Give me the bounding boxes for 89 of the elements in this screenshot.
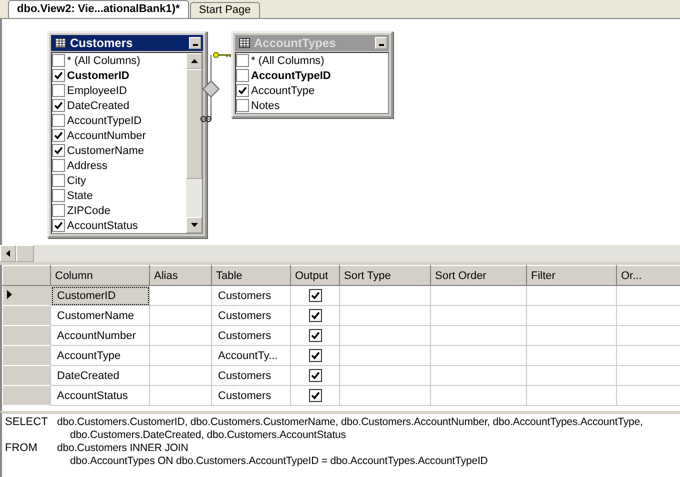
column-checkbox[interactable] [236,69,249,82]
column-header[interactable]: Column [50,266,150,286]
column-header[interactable]: Table [212,266,290,286]
horizontal-scrollbar[interactable] [0,245,680,265]
column-name: AccountNumber [67,130,146,142]
column-checkbox[interactable] [52,114,65,127]
table-icon [239,38,250,48]
table-cell[interactable]: DateCreated [50,366,150,386]
table-title: Customers [70,36,134,50]
column-checkbox[interactable] [236,54,249,67]
output-checkbox[interactable] [308,369,322,382]
table-cell[interactable] [150,306,212,326]
current-row-icon [7,290,12,298]
column-name: * (All Columns) [251,54,324,66]
table-cell[interactable]: Customers [212,306,290,326]
column-header[interactable]: Or... [616,266,680,286]
column-header[interactable]: Sort Order [430,266,526,286]
column-name: AccountType [251,84,315,96]
column-checkbox[interactable] [52,204,65,217]
column-checkbox[interactable] [52,189,65,202]
minimize-button[interactable] [189,37,201,49]
table-cell[interactable] [150,346,212,366]
column-name: AccountTypeID [251,70,331,82]
sql-text: dbo.Customers.CustomerID, dbo.Customers.CustomerName, dbo.Customers.AccountNumber, dbo.AccountTypes.AccountType, [57,416,643,429]
table-cell[interactable] [150,286,212,306]
minimize-button[interactable] [375,37,387,49]
column-name: Address [67,160,108,172]
column-header[interactable]: Sort Type [340,266,430,286]
column-checkbox[interactable] [52,99,65,112]
table-window[interactable]: AccountTypes * (All Columns) AccountTypeID AccountType Notes [231,31,393,118]
table-cell[interactable] [150,386,212,406]
column-name: DateCreated [67,100,130,112]
column-header[interactable]: Alias [150,266,212,286]
table-cell[interactable] [150,366,212,386]
output-checkbox[interactable] [308,349,322,362]
sql-text: dbo.Customers INNER JOIN [57,442,190,455]
table-cell[interactable]: AccountTy... [212,346,290,366]
column-checkbox[interactable] [52,174,65,187]
column-name: City [67,174,86,186]
column-checkbox[interactable] [52,69,65,82]
scroll-left-icon[interactable] [6,250,10,257]
scroll-thumb[interactable] [16,245,34,262]
output-checkbox[interactable] [308,329,322,342]
column-name: Notes [251,100,280,112]
document-tab[interactable]: dbo.View2: Vie...ationalBank1)* [8,0,189,18]
column-header[interactable]: Output [290,266,340,286]
row-header[interactable] [2,286,50,306]
scroll-down-icon[interactable] [190,223,198,227]
table-cell[interactable]: CustomerID [50,286,150,306]
column-name: AccountStatus [67,220,138,232]
column-checkbox[interactable] [52,219,65,232]
scroll-thumb[interactable] [186,69,202,179]
column-checkbox[interactable] [52,54,65,67]
table-title: AccountTypes [254,36,337,50]
column-name: CustomerID [67,70,130,82]
column-name: State [67,190,93,202]
document-tab[interactable]: Start Page [190,2,260,18]
table-cell[interactable]: Customers [212,286,290,306]
column-checkbox[interactable] [236,84,249,97]
output-checkbox[interactable] [308,309,322,322]
column-name: EmployeeID [67,84,127,96]
sql-text: dbo.Customers.DateCreated, dbo.Customers.AccountStatus [69,429,347,442]
table-cell[interactable] [150,326,212,346]
table-icon [55,38,66,48]
output-checkbox[interactable] [308,289,322,302]
table-cell[interactable]: AccountStatus [50,386,150,406]
column-name: * (All Columns) [67,54,140,66]
table-cell[interactable]: AccountNumber [50,326,150,346]
column-name: CustomerName [67,144,144,156]
column-name: AccountTypeID [67,114,142,126]
table-cell[interactable]: Customers [212,386,290,406]
column-header[interactable]: Filter [526,266,616,286]
column-checkbox[interactable] [52,129,65,142]
sql-keyword: SELECT [5,416,49,430]
sql-keyword: FROM [5,442,38,456]
output-checkbox[interactable] [308,389,322,402]
sql-text: dbo.AccountTypes ON dbo.Customers.AccountTypeID = dbo.AccountTypes.AccountTypeID [69,455,488,468]
table-cell[interactable]: Customers [212,366,290,386]
column-checkbox[interactable] [52,144,65,157]
column-checkbox[interactable] [236,99,249,112]
column-name: ZIPCode [67,204,110,216]
table-cell[interactable]: Customers [212,326,290,346]
table-window[interactable]: Customers * (All Columns) CustomerID EmployeeID DateCreated AccountTypeID AccountNumber CustomerName Address City State ZIPCode AccountStatus [47,31,207,238]
table-cell[interactable]: AccountType [50,346,150,366]
vertical-scrollbar[interactable] [186,53,202,233]
column-checkbox[interactable] [52,159,65,172]
table-cell[interactable]: CustomerName [50,306,150,326]
scroll-up-icon[interactable] [190,59,198,63]
column-checkbox[interactable] [52,84,65,97]
